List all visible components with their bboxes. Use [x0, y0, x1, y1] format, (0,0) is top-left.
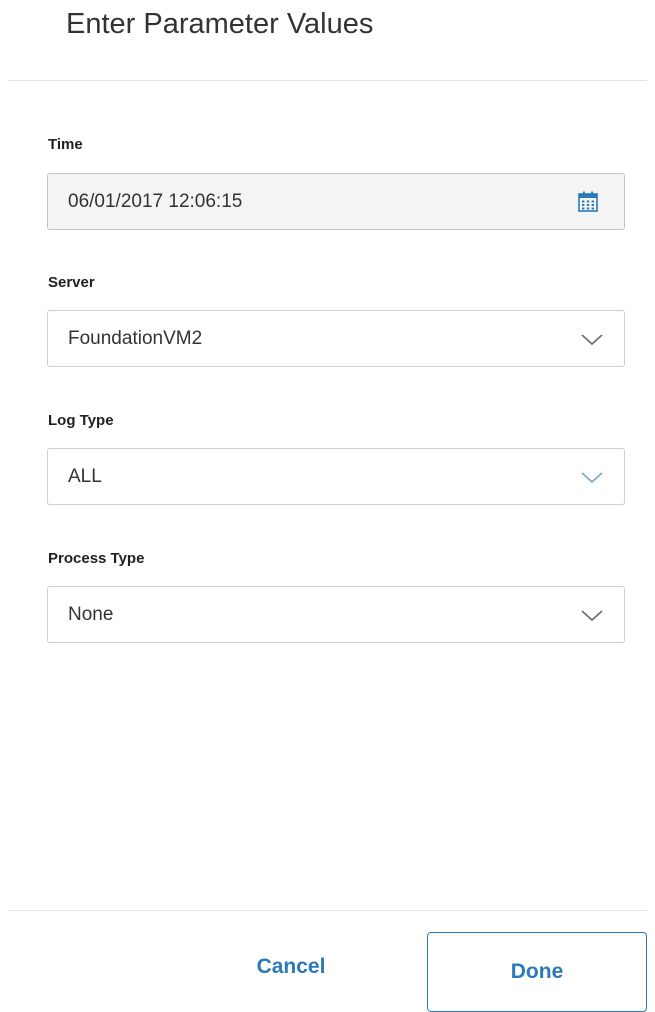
process-type-label: Process Type	[48, 550, 145, 567]
dialog-title: Enter Parameter Values	[66, 8, 374, 40]
parameter-dialog: Enter Parameter Values Time 06/01/2017 1…	[0, 0, 655, 1012]
done-button[interactable]: Done	[427, 932, 647, 1012]
header-divider	[8, 80, 647, 81]
chevron-down-icon[interactable]	[580, 330, 604, 348]
log-type-label: Log Type	[48, 412, 114, 429]
chevron-down-icon[interactable]	[580, 468, 604, 486]
time-field[interactable]: 06/01/2017 12:06:15	[47, 173, 625, 230]
server-label: Server	[48, 274, 95, 291]
time-value: 06/01/2017 12:06:15	[68, 191, 243, 212]
process-type-select[interactable]: None	[47, 586, 625, 643]
server-value: FoundationVM2	[68, 328, 203, 349]
server-select[interactable]: FoundationVM2	[47, 310, 625, 367]
cancel-button[interactable]: Cancel	[205, 932, 377, 1002]
log-type-value: ALL	[68, 466, 102, 487]
time-label: Time	[48, 136, 83, 153]
process-type-value: None	[68, 604, 114, 625]
calendar-icon[interactable]	[576, 191, 600, 213]
chevron-down-icon[interactable]	[580, 606, 604, 624]
footer-divider	[8, 910, 647, 911]
log-type-select[interactable]: ALL	[47, 448, 625, 505]
